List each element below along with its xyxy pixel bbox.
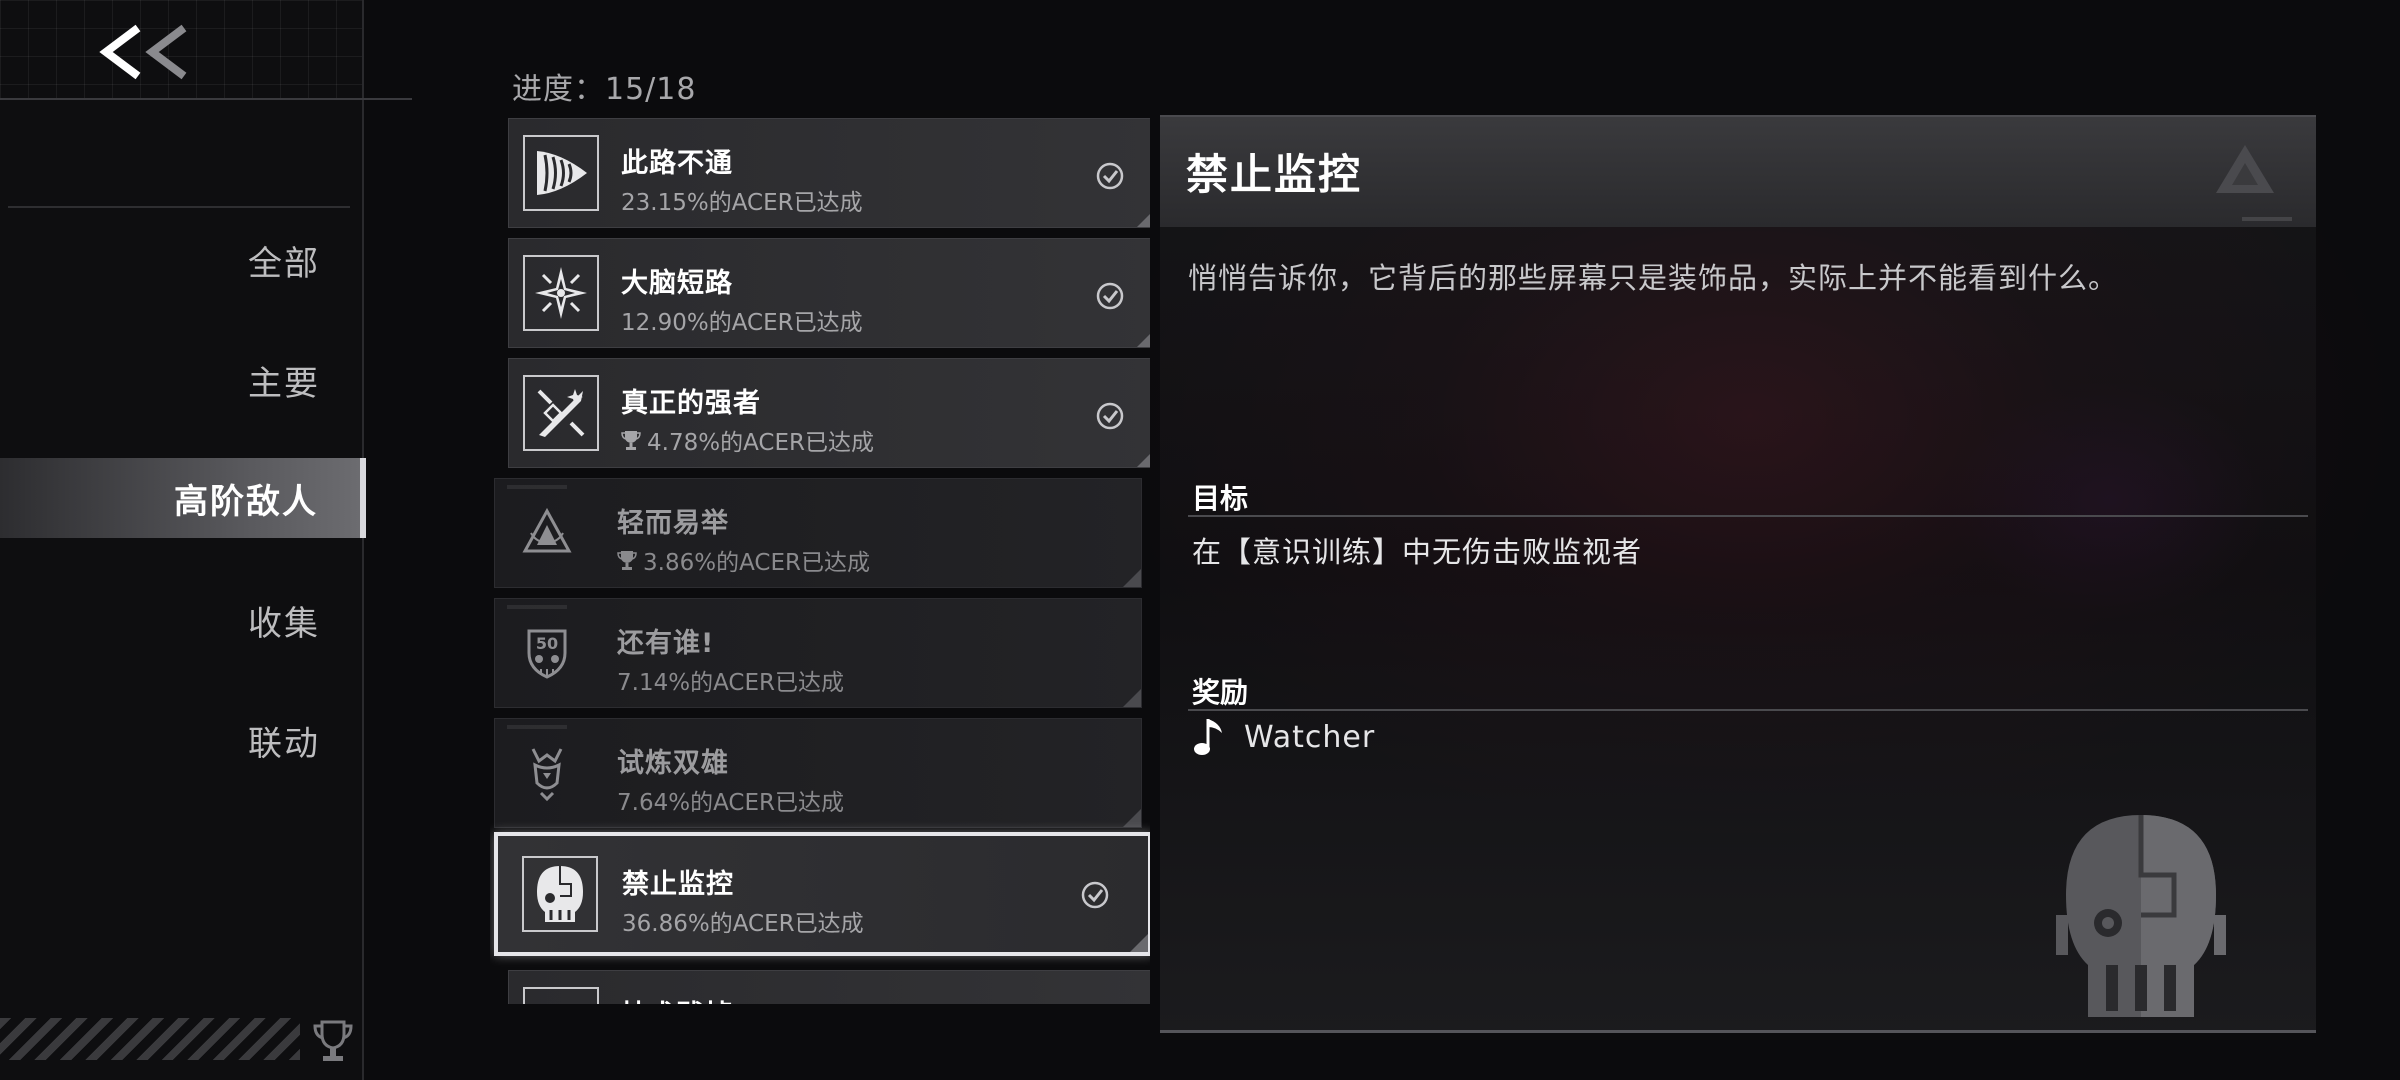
detail-description: 悄悄告诉你，它背后的那些屏幕只是装饰品，实际上并不能看到什么。 <box>1188 261 2119 295</box>
trophy-icon <box>313 1020 353 1061</box>
achievement-list[interactable]: 此路不通 23.15%的ACER已达成 大脑短路 12.90%的ACER已达成 <box>490 112 1150 1004</box>
achievement-title: 轻而易举 <box>617 508 729 539</box>
goal-text: 在【意识训练】中无伤击败监视者 <box>1192 535 1643 569</box>
achievement-rate-text: 7.14%的ACER已达成 <box>617 670 844 696</box>
achievement-card[interactable]: 50 还有谁! 7.14%的ACER已达成 <box>494 598 1142 708</box>
watcher-head-icon <box>537 866 583 922</box>
header-tiny-text <box>2242 217 2292 221</box>
achievement-rate: 7.64%的ACER已达成 <box>617 783 844 817</box>
achievement-icon-frame <box>523 375 599 451</box>
achievement-rate-text: 12.90%的ACER已达成 <box>621 310 863 336</box>
detail-title: 禁止监控 <box>1186 150 1363 199</box>
partial-icon <box>533 997 589 1004</box>
reward-label: 奖励 <box>1192 676 1249 709</box>
achievement-rate-text: 23.15%的ACER已达成 <box>621 190 863 216</box>
achievement-rate: 7.14%的ACER已达成 <box>617 663 844 697</box>
sidebar-item-main[interactable]: 主要 <box>0 340 362 420</box>
skull-50-icon: 50 <box>527 629 567 679</box>
achievement-rate: 36.86%的ACER已达成 <box>622 904 864 938</box>
achievement-card[interactable]: 大脑短路 12.90%的ACER已达成 <box>508 238 1150 348</box>
achievement-detail-panel: 禁止监控 悄悄告诉你，它背后的那些屏幕只是装饰品，实际上并不能看到什么。 目标 … <box>1160 115 2316 1033</box>
reward-item[interactable]: Watcher <box>1192 715 1375 759</box>
achievement-icon-frame <box>523 255 599 331</box>
achievement-icon-frame <box>523 135 599 211</box>
card-corner-decoration <box>1130 934 1148 952</box>
achievement-card[interactable]: 轻而易举 3.86%的ACER已达成 <box>494 478 1142 588</box>
check-circle-icon <box>1096 402 1124 430</box>
achievement-title: 大脑短路 <box>621 268 733 299</box>
sidebar-divider-top <box>0 98 412 100</box>
achievement-icon-frame <box>509 735 585 811</box>
check-circle-icon <box>1096 162 1124 190</box>
watcher-head-icon <box>2056 815 2226 1017</box>
check-circle-icon <box>1096 282 1124 310</box>
achievement-rate: 4.78%的ACER已达成 <box>621 423 874 457</box>
achievement-rate: 12.90%的ACER已达成 <box>621 303 863 337</box>
achievement-icon-frame <box>523 987 599 1004</box>
music-note-icon <box>1194 719 1222 755</box>
progress-label: 进度： <box>512 72 605 107</box>
achievement-rate-text: 7.64%的ACER已达成 <box>617 790 844 816</box>
achievement-rate: 3.86%的ACER已达成 <box>617 543 870 577</box>
sidebar-divider <box>8 206 350 208</box>
sidebar-item-collab[interactable]: 联动 <box>0 700 362 780</box>
sidebar: 全部 主要 高阶敌人 收集 联动 <box>0 0 412 1080</box>
drill-icon <box>537 151 587 195</box>
progress-value: 15/18 <box>605 72 697 107</box>
detail-header: 禁止监控 <box>1160 115 2316 227</box>
achievement-icon-frame: 50 <box>509 615 585 691</box>
progress-indicator: 进度：15/18 <box>512 64 696 108</box>
trophy-icon <box>617 551 637 570</box>
sidebar-item-elite-enemies[interactable]: 高阶敌人 <box>0 458 366 538</box>
achievement-card[interactable]: 技术残掉 <box>508 970 1150 1004</box>
check-circle-icon <box>1081 881 1109 909</box>
triangle-emblem-icon <box>522 507 572 553</box>
sidebar-item-all[interactable]: 全部 <box>0 220 362 300</box>
achievement-icon-frame <box>522 856 598 932</box>
achievement-title: 还有谁! <box>617 628 715 659</box>
card-corner-decoration <box>1137 209 1150 227</box>
reward-divider <box>1188 709 2308 711</box>
sidebar-item-collection[interactable]: 收集 <box>0 580 362 660</box>
card-corner-decoration <box>1123 809 1141 827</box>
decorative-stripes <box>0 1018 300 1060</box>
triangle-logo-icon <box>2216 145 2274 193</box>
achievement-title: 此路不通 <box>621 148 733 179</box>
card-tiny-text <box>507 725 567 729</box>
achievement-rate: 23.15%的ACER已达成 <box>621 183 863 217</box>
card-corner-decoration <box>1137 449 1150 467</box>
card-tiny-text <box>507 605 567 609</box>
achievement-title: 禁止监控 <box>622 869 734 900</box>
achievement-title: 试炼双雄 <box>617 748 729 779</box>
double-chevron-left-icon <box>99 24 187 80</box>
achievement-title: 真正的强者 <box>621 388 761 419</box>
card-corner-decoration <box>1137 329 1150 347</box>
twin-heads-icon <box>531 748 563 802</box>
achievement-card[interactable]: 试炼双雄 7.64%的ACER已达成 <box>494 718 1142 828</box>
achievement-rate-text: 4.78%的ACER已达成 <box>647 430 874 456</box>
achievement-icon-frame <box>509 495 585 571</box>
reward-name: Watcher <box>1244 719 1376 755</box>
achievement-rate-text: 3.86%的ACER已达成 <box>643 550 870 576</box>
goal-label: 目标 <box>1192 482 1249 515</box>
card-tiny-text <box>507 485 567 489</box>
achievement-card[interactable]: 此路不通 23.15%的ACER已达成 <box>508 118 1150 228</box>
achievement-card[interactable]: 真正的强者 4.78%的ACER已达成 <box>508 358 1150 468</box>
trophy-icon <box>621 431 641 450</box>
achievement-card-selected[interactable]: 禁止监控 36.86%的ACER已达成 <box>494 832 1150 956</box>
svg-text:50: 50 <box>536 634 558 653</box>
achievement-title: 技术残掉 <box>621 993 733 1004</box>
goal-divider <box>1188 515 2308 517</box>
crossed-blades-icon <box>537 389 585 437</box>
achievement-rate-text: 36.86%的ACER已达成 <box>622 911 864 937</box>
back-button[interactable] <box>98 22 198 82</box>
spark-star-icon <box>535 267 587 319</box>
card-corner-decoration <box>1123 689 1141 707</box>
card-corner-decoration <box>1123 569 1141 587</box>
